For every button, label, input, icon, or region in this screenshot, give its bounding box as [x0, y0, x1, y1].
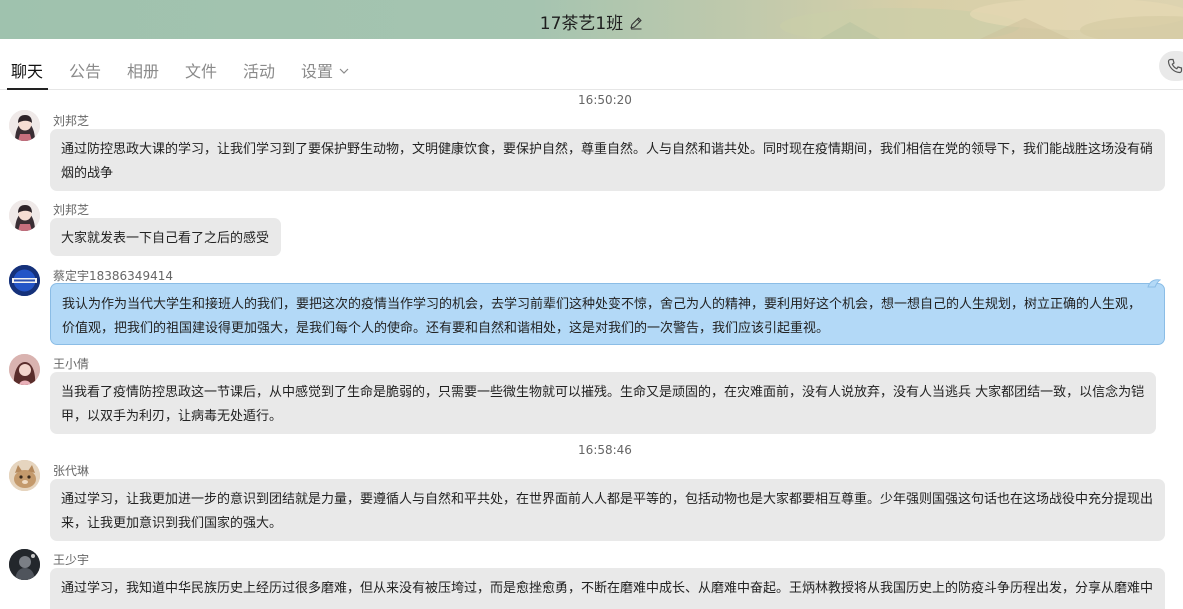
avatar[interactable]: [9, 549, 40, 580]
bubble-tail-icon: [1147, 279, 1161, 288]
message-bubble[interactable]: 当我看了疫情防控思政这一节课后，从中感觉到了生命是脆弱的，只需要一些微生物就可以…: [50, 372, 1156, 434]
sender-name: 蔡定宇18386349414: [53, 269, 173, 283]
avatar[interactable]: [9, 200, 40, 231]
sender-name: 刘邦芝: [53, 114, 90, 128]
message-bubble[interactable]: 通过防控思政大课的学习，让我们学习到了要保护野生动物，文明健康饮食，要保护自然，…: [50, 129, 1165, 191]
avatar-dark-figure: [9, 549, 40, 580]
group-title[interactable]: 17茶艺1班: [0, 9, 1183, 34]
tab-announcements[interactable]: 公告: [69, 58, 101, 82]
tab-files[interactable]: 文件: [185, 58, 217, 82]
group-name: 17茶艺1班: [539, 14, 624, 34]
pencil-icon[interactable]: [629, 16, 643, 30]
sender-name: 刘邦芝: [53, 203, 90, 217]
avatar-blue-badge: [9, 265, 40, 296]
timestamp-separator: 16:50:20: [578, 93, 632, 107]
chevron-down-icon: [339, 68, 349, 74]
avatar-anime-girl: [9, 110, 40, 141]
avatar-anime-girl: [9, 200, 40, 231]
timestamp-separator: 16:58:46: [578, 443, 632, 457]
sender-name: 王小倩: [53, 357, 90, 371]
tab-album[interactable]: 相册: [127, 58, 159, 82]
avatar[interactable]: [9, 460, 40, 491]
sender-name: 王少宇: [53, 553, 90, 567]
group-chat-window: 17茶艺1班 聊天 公告 相册 文件 活动 设置 16:50:20 刘邦芝 通过…: [0, 0, 1183, 609]
window-header: 17茶艺1班: [0, 0, 1183, 39]
avatar-cat-photo: [9, 460, 40, 491]
sender-name: 张代琳: [53, 464, 90, 478]
call-button[interactable]: [1159, 51, 1183, 81]
avatar-girl-photo: [9, 354, 40, 385]
message-bubble[interactable]: 我认为作为当代大学生和接班人的我们，要把这次的疫情当作学习的机会，去学习前辈们这…: [50, 283, 1165, 345]
message-bubble[interactable]: 大家就发表一下自己看了之后的感受: [50, 218, 281, 256]
avatar[interactable]: [9, 265, 40, 296]
tab-settings[interactable]: 设置: [301, 58, 349, 82]
phone-icon: [1167, 58, 1183, 74]
tab-chat[interactable]: 聊天: [11, 58, 43, 82]
tab-bar: 聊天 公告 相册 文件 活动 设置: [0, 39, 1183, 90]
message-bubble[interactable]: 通过学习，我知道中华民族历史上经历过很多磨难，但从来没有被压垮过，而是愈挫愈勇，…: [50, 568, 1165, 609]
tab-activities[interactable]: 活动: [243, 58, 275, 82]
avatar[interactable]: [9, 110, 40, 141]
tab-settings-label: 设置: [301, 62, 334, 81]
chat-messages: 16:50:20 刘邦芝 通过防控思政大课的学习，让我们学习到了要保护野生动物，…: [0, 90, 1183, 609]
avatar[interactable]: [9, 354, 40, 385]
message-bubble[interactable]: 通过学习，让我更加进一步的意识到团结就是力量，要遵循人与自然和平共处，在世界面前…: [50, 479, 1165, 541]
